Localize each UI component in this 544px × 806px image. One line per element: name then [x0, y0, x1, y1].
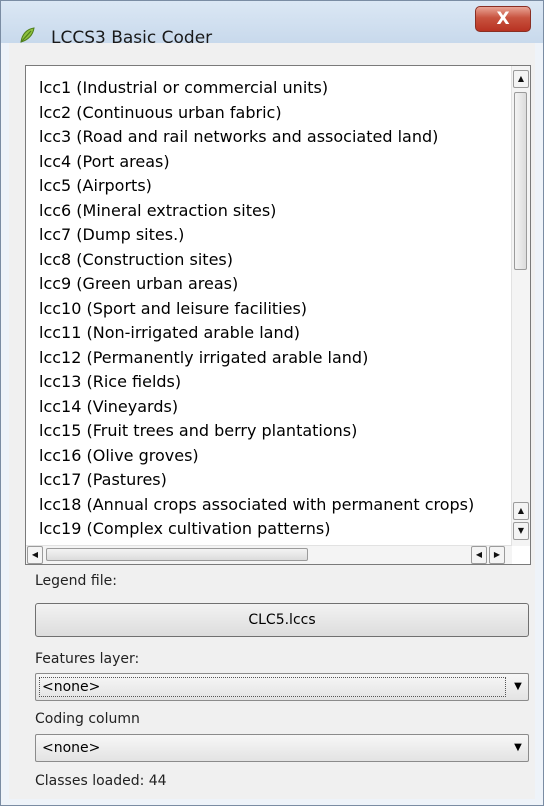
list-item[interactable]: lcc10 (Sport and leisure facilities) — [39, 297, 509, 322]
features-layer-label: Features layer: — [35, 651, 140, 667]
vertical-scrollbar[interactable]: ▲ ▲ ▼ — [511, 66, 530, 546]
horizontal-scroll-thumb[interactable] — [46, 548, 308, 561]
coding-column-value: <none> — [42, 740, 101, 756]
list-item[interactable]: lcc15 (Fruit trees and berry plantations… — [39, 419, 509, 444]
scroll-up-button-lower[interactable]: ▲ — [513, 502, 529, 520]
features-layer-value: <none> — [42, 679, 101, 695]
features-layer-select[interactable]: <none> ▼ — [35, 673, 529, 701]
focus-indicator — [39, 677, 506, 697]
classes-loaded-status: Classes loaded: 44 — [35, 773, 167, 789]
qgis-leaf-icon — [20, 27, 35, 43]
list-item[interactable]: lcc6 (Mineral extraction sites) — [39, 199, 509, 224]
left-arrow-icon: ◀ — [31, 550, 39, 559]
list-item[interactable]: lcc12 (Permanently irrigated arable land… — [39, 346, 509, 371]
scroll-left-button-right[interactable]: ◀ — [471, 546, 487, 564]
list-item[interactable]: lcc8 (Construction sites) — [39, 248, 509, 273]
legend-file-button[interactable]: CLC5.lccs — [35, 603, 529, 637]
list-item[interactable]: lcc13 (Rice fields) — [39, 370, 509, 395]
down-arrow-icon: ▼ — [517, 526, 525, 535]
close-button[interactable]: X — [475, 6, 531, 32]
title-bar[interactable]: LCCS3 Basic Coder X — [1, 1, 543, 48]
dialog-window: LCCS3 Basic Coder X lcc1 (Industrial or … — [0, 0, 544, 806]
chevron-down-icon[interactable]: ▼ — [508, 735, 528, 761]
coding-column-label: Coding column — [35, 711, 140, 727]
list-item[interactable]: lcc11 (Non-irrigated arable land) — [39, 321, 509, 346]
scroll-up-button[interactable]: ▲ — [513, 70, 529, 88]
list-item[interactable]: lcc5 (Airports) — [39, 174, 509, 199]
list-item[interactable]: lcc1 (Industrial or commercial units) — [39, 76, 509, 101]
left-arrow-icon: ◀ — [475, 550, 483, 559]
list-item[interactable]: lcc3 (Road and rail networks and associa… — [39, 125, 509, 150]
list-item[interactable]: lcc7 (Dump sites.) — [39, 223, 509, 248]
up-arrow-icon: ▲ — [517, 506, 525, 515]
list-item[interactable]: lcc16 (Olive groves) — [39, 444, 509, 469]
list-item[interactable]: lcc18 (Annual crops associated with perm… — [39, 493, 509, 518]
list-item[interactable]: lcc17 (Pastures) — [39, 468, 509, 493]
scroll-left-button[interactable]: ◀ — [27, 546, 43, 564]
up-arrow-icon: ▲ — [517, 74, 525, 83]
list-item[interactable]: lcc4 (Port areas) — [39, 150, 509, 175]
coding-column-select[interactable]: <none> ▼ — [35, 734, 529, 762]
vertical-scroll-thumb[interactable] — [514, 92, 527, 270]
chevron-down-icon[interactable]: ▼ — [508, 674, 528, 700]
horizontal-scrollbar[interactable]: ◀ ◀ ▶ — [26, 545, 512, 564]
list-item[interactable]: lcc19 (Complex cultivation patterns) — [39, 517, 509, 542]
right-arrow-icon: ▶ — [493, 550, 501, 559]
class-list[interactable]: lcc1 (Industrial or commercial units) lcc… — [25, 65, 531, 565]
list-item[interactable]: lcc2 (Continuous urban fabric) — [39, 101, 509, 126]
scroll-right-button[interactable]: ▶ — [489, 546, 505, 564]
scroll-down-button[interactable]: ▼ — [513, 522, 529, 540]
class-list-items: lcc1 (Industrial or commercial units) lcc… — [39, 76, 509, 544]
list-item[interactable]: lcc14 (Vineyards) — [39, 395, 509, 420]
list-item[interactable]: lcc9 (Green urban areas) — [39, 272, 509, 297]
legend-file-label: Legend file: — [35, 573, 117, 589]
